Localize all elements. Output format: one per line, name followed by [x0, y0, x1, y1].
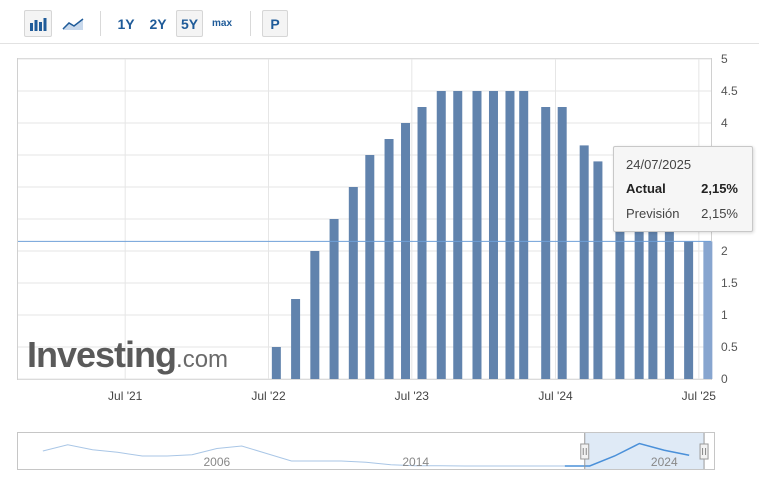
tooltip-forecast-value: 2,15%	[701, 206, 738, 221]
y-tick-label: 1.5	[721, 276, 738, 290]
watermark-domain: .com	[176, 346, 229, 373]
bar[interactable]	[436, 91, 446, 379]
bar[interactable]	[417, 107, 427, 379]
bar[interactable]	[505, 91, 515, 379]
bar[interactable]	[384, 139, 394, 379]
investing-watermark: Investing.com	[27, 334, 228, 376]
y-tick-label: 4.5	[721, 84, 738, 98]
x-tick-label: Jul '21	[108, 389, 143, 403]
bar[interactable]	[519, 91, 529, 379]
bar[interactable]	[579, 145, 589, 379]
bar[interactable]	[488, 91, 498, 379]
bar[interactable]	[365, 155, 375, 379]
y-tick-label: 2	[721, 244, 728, 258]
y-tick-label: 5	[721, 52, 728, 66]
navigator-handle[interactable]	[699, 443, 709, 460]
x-tick-label: Jul '25	[682, 389, 717, 403]
navigator-handle[interactable]	[580, 443, 590, 460]
navigator-year-label: 2024	[651, 455, 678, 469]
bar[interactable]	[664, 225, 674, 379]
bar[interactable]	[703, 241, 713, 379]
y-tick-label: 0.5	[721, 340, 738, 354]
tooltip-actual-label: Actual	[626, 181, 666, 196]
bar[interactable]	[557, 107, 567, 379]
tooltip-forecast-label: Previsión	[626, 206, 680, 221]
watermark-main: Investing	[27, 334, 177, 375]
tooltip-actual-value: 2,15%	[701, 181, 738, 196]
bar[interactable]	[348, 187, 358, 379]
bar[interactable]	[271, 347, 281, 379]
bar[interactable]	[472, 91, 482, 379]
range-navigator[interactable]: 2006 2014 2024	[17, 432, 717, 472]
bar[interactable]	[684, 241, 694, 379]
navigator-year-label: 2014	[402, 455, 429, 469]
bar[interactable]	[401, 123, 411, 379]
y-tick-label: 0	[721, 372, 728, 386]
data-tooltip: 24/07/2025 Actual 2,15% Previsión 2,15%	[613, 146, 753, 232]
bar[interactable]	[291, 299, 301, 379]
navigator-year-label: 2006	[204, 455, 231, 469]
bar[interactable]	[329, 219, 339, 379]
bar[interactable]	[453, 91, 463, 379]
bar[interactable]	[648, 209, 658, 379]
x-tick-label: Jul '24	[538, 389, 573, 403]
tooltip-date: 24/07/2025	[626, 157, 692, 172]
navigator-selection[interactable]	[584, 433, 705, 469]
bar[interactable]	[310, 251, 320, 379]
y-tick-label: 1	[721, 308, 728, 322]
x-tick-label: Jul '23	[395, 389, 430, 403]
bar[interactable]	[593, 161, 603, 379]
y-tick-label: 4	[721, 116, 728, 130]
x-tick-label: Jul '22	[251, 389, 286, 403]
bar[interactable]	[541, 107, 551, 379]
